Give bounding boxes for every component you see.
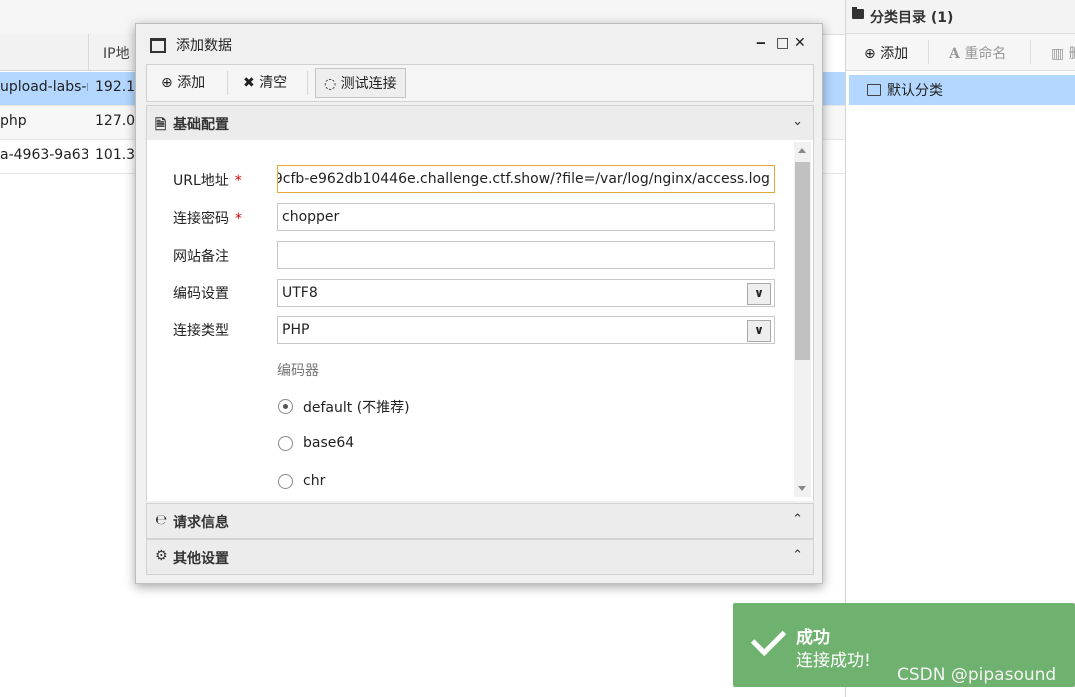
category-add-label: 添加 <box>880 46 909 62</box>
row-name: php <box>0 113 27 129</box>
required-mark: * <box>234 173 242 189</box>
plus-circle-icon: ⊕ <box>864 46 876 62</box>
minimize-icon[interactable]: ‒ <box>756 35 766 51</box>
dialog-toolbar: ⊕ 添加 ✖ 清空 ◌ 测试连接 <box>146 64 814 102</box>
category-item-default[interactable]: 默认分类 <box>849 75 1075 105</box>
chevron-up-icon: ⌃ <box>792 512 803 527</box>
type-value: PHP <box>282 322 310 338</box>
note-label: 网站备注 <box>173 249 229 265</box>
dialog-titlebar[interactable]: 添加数据 ‒ □ ✕ <box>136 24 822 62</box>
scroll-up-arrow-icon[interactable] <box>798 148 806 153</box>
add-data-dialog: 添加数据 ‒ □ ✕ ⊕ 添加 ✖ 清空 ◌ 测试连接 🗎 基础配置 ⌄ URL… <box>135 23 823 584</box>
section-other-settings[interactable]: ⚙ 其他设置 ⌃ <box>146 539 814 575</box>
encoder-chr-radio[interactable] <box>278 474 293 489</box>
url-label-text: URL地址 <box>173 173 229 189</box>
encoder-chr-label[interactable]: chr <box>303 473 325 489</box>
category-add-button[interactable]: ⊕ 添加 <box>864 43 908 63</box>
password-label-text: 连接密码 <box>173 211 229 227</box>
add-button[interactable]: ⊕ 添加 <box>161 72 205 92</box>
scroll-down-arrow-icon[interactable] <box>798 486 806 491</box>
toolbar-divider <box>307 71 308 95</box>
row-name: upload-labs-n <box>0 79 88 95</box>
category-title: 分类目录 (1) <box>870 10 954 26</box>
maximize-icon[interactable]: □ <box>776 35 789 51</box>
category-delete-label: 删 <box>1069 46 1075 62</box>
row-name: a-4963-9a63- <box>0 147 88 163</box>
clear-button[interactable]: ✖ 清空 <box>243 72 287 92</box>
x-icon: ✖ <box>243 75 255 91</box>
chevron-down-icon[interactable]: ∨ <box>747 320 771 342</box>
internet-explorer-icon: ℮ <box>155 512 167 528</box>
type-label: 连接类型 <box>173 323 229 339</box>
section-other-label: 其他设置 <box>173 551 229 567</box>
type-select[interactable]: PHP ∨ <box>277 316 775 344</box>
row-ip: 192.1 <box>95 79 136 95</box>
test-connection-button[interactable]: ◌ 测试连接 <box>315 68 406 98</box>
encoder-default-radio[interactable] <box>278 399 293 414</box>
test-connection-label: 测试连接 <box>340 76 397 92</box>
encoding-label: 编码设置 <box>173 286 229 302</box>
spinner-icon: ◌ <box>324 76 337 92</box>
folder-icon <box>852 7 864 19</box>
close-icon[interactable]: ✕ <box>794 35 806 51</box>
trash-icon: ▥ <box>1051 46 1065 62</box>
row-ip: 101.3 <box>95 147 136 163</box>
scrollbar-thumb[interactable] <box>795 162 810 360</box>
password-field[interactable]: chopper <box>277 203 775 231</box>
url-label: URL地址 * <box>173 170 242 190</box>
file-text-icon: 🗎 <box>155 117 167 133</box>
encoder-base64-label[interactable]: base64 <box>303 435 354 451</box>
check-icon <box>750 620 787 657</box>
column-header-ip[interactable]: IP地 <box>89 34 139 71</box>
add-label: 添加 <box>177 75 206 91</box>
font-icon: A <box>949 46 960 62</box>
plus-circle-icon: ⊕ <box>161 75 173 91</box>
password-label: 连接密码 * <box>173 208 242 228</box>
toast-title: 成功 <box>796 628 830 648</box>
encoder-default-label[interactable]: default (不推荐) <box>303 397 410 417</box>
basic-config-body: URL地址 * 23-9cfb-e962db10446e.challenge.ct… <box>146 140 814 501</box>
scrollbar[interactable] <box>794 142 811 497</box>
row-ip: 127.0 <box>95 113 136 129</box>
toolbar-divider <box>1030 40 1031 64</box>
toast-message: 连接成功! <box>796 651 871 671</box>
category-rename-button[interactable]: A 重命名 <box>949 43 1006 63</box>
url-field[interactable]: 23-9cfb-e962db10446e.challenge.ctf.show/… <box>277 165 775 193</box>
section-request-label: 请求信息 <box>173 515 229 531</box>
dialog-title: 添加数据 <box>176 38 232 54</box>
category-delete-button[interactable]: ▥ 删 <box>1051 43 1075 63</box>
toolbar-divider <box>227 71 228 95</box>
encoder-base64-radio[interactable] <box>278 436 293 451</box>
column-header-url[interactable] <box>0 34 89 71</box>
category-item-label: 默认分类 <box>887 83 943 99</box>
note-field[interactable] <box>277 241 775 269</box>
section-basic-config[interactable]: 🗎 基础配置 ⌄ <box>146 105 814 141</box>
category-header: 分类目录 (1) <box>846 0 1075 34</box>
chevron-up-icon: ⌃ <box>792 548 803 563</box>
chevron-down-icon[interactable]: ∨ <box>747 283 771 305</box>
clear-label: 清空 <box>259 75 288 91</box>
chevron-down-icon: ⌄ <box>792 114 803 129</box>
encoding-select[interactable]: UTF8 ∨ <box>277 279 775 307</box>
section-basic-label: 基础配置 <box>173 117 229 133</box>
required-mark: * <box>235 211 242 227</box>
folder-outline-icon <box>867 84 881 96</box>
category-rename-label: 重命名 <box>964 46 1007 62</box>
watermark: CSDN @pipasound <box>897 665 1057 685</box>
category-panel: 分类目录 (1) ⊕ 添加 A 重命名 ▥ 删 默认分类 <box>845 0 1075 697</box>
column-ip-label: IP地 <box>103 46 130 62</box>
category-toolbar: ⊕ 添加 A 重命名 ▥ 删 <box>846 34 1075 71</box>
encoder-title: 编码器 <box>277 363 319 379</box>
window-icon <box>150 38 166 53</box>
cogs-icon: ⚙ <box>155 548 168 564</box>
encoding-value: UTF8 <box>282 285 318 301</box>
section-request-info[interactable]: ℮ 请求信息 ⌃ <box>146 503 814 539</box>
toolbar-divider <box>928 40 929 64</box>
